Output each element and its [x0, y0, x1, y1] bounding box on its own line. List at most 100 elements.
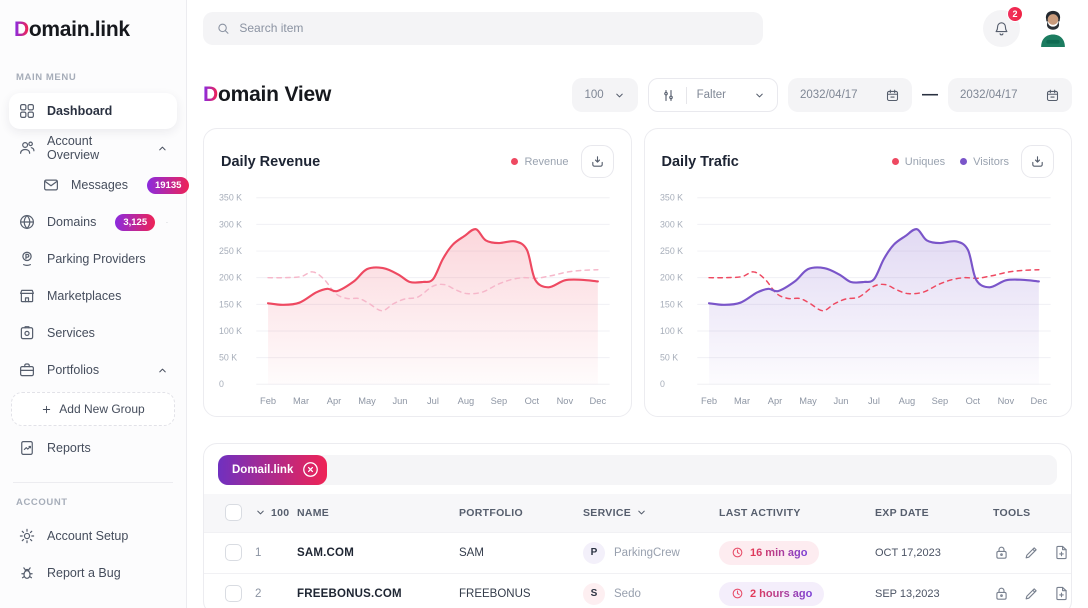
sidebar-item-reports[interactable]: Reports — [9, 430, 177, 466]
chevron-down-icon — [166, 217, 168, 228]
search-input[interactable] — [239, 21, 750, 35]
svg-text:Mar: Mar — [293, 396, 309, 406]
svg-text:200 K: 200 K — [660, 273, 683, 283]
pencil-icon[interactable] — [1023, 544, 1040, 561]
parking-icon — [18, 250, 36, 268]
column-service[interactable]: SERVICE — [583, 507, 719, 519]
calendar-icon — [1045, 88, 1060, 103]
chevron-down-icon — [614, 90, 625, 101]
add-new-group-button[interactable]: Add New Group — [11, 392, 175, 426]
svg-text:150 K: 150 K — [219, 299, 242, 309]
exp-date: OCT 17,2023 — [875, 547, 993, 559]
file-plus-icon[interactable] — [1053, 544, 1070, 561]
notification-count-badge: 2 — [1007, 6, 1023, 22]
svg-text:50 K: 50 K — [660, 353, 678, 363]
close-icon[interactable] — [301, 460, 320, 479]
logo-rest: omain.link — [29, 18, 130, 42]
file-plus-icon[interactable] — [1053, 585, 1070, 602]
download-button[interactable] — [1021, 145, 1054, 178]
notifications-button[interactable]: 2 — [983, 10, 1020, 47]
sidebar-item-parking-providers[interactable]: Parking Providers — [9, 241, 177, 277]
sidebar-item-account-setup[interactable]: Account Setup — [9, 518, 177, 554]
column-count[interactable]: 100 — [255, 507, 297, 519]
search-box[interactable] — [203, 12, 763, 45]
row-checkbox[interactable] — [225, 544, 242, 561]
service-avatar: P — [583, 542, 605, 564]
row-checkbox[interactable] — [225, 585, 242, 602]
last-activity-pill: 16 min ago — [719, 541, 819, 565]
svg-text:Nov: Nov — [557, 396, 574, 406]
messages-count-badge: 19135 — [147, 177, 189, 194]
main-content: 2 Domain View 100 — [187, 0, 1088, 608]
sidebar-item-account-overview[interactable]: Account Overview — [9, 130, 177, 166]
sidebar-item-portfolios[interactable]: Portfolios — [9, 352, 177, 388]
legend-item: Uniques — [892, 156, 945, 168]
date-from-picker[interactable]: 2032/04/17 — [788, 78, 912, 112]
bell-icon — [993, 20, 1010, 37]
svg-text:Sep: Sep — [931, 396, 948, 406]
svg-text:Jun: Jun — [392, 396, 407, 406]
chart-title: Daily Trafic — [662, 154, 739, 170]
legend-dot — [511, 158, 518, 165]
svg-text:0: 0 — [219, 379, 224, 389]
chevron-up-icon — [157, 143, 168, 154]
chart-header: Daily Trafic Uniques Visitors — [662, 145, 1055, 178]
download-icon — [1030, 154, 1045, 169]
divider — [686, 87, 687, 104]
column-exp-date[interactable]: EXP DATE — [875, 507, 993, 519]
sidebar-item-dashboard[interactable]: Dashboard — [9, 93, 177, 129]
daily-revenue-chart: 350 K300 K250 K200 K150 K100 K50 K0FebMa… — [219, 186, 616, 410]
sidebar-item-report-bug[interactable]: Report a Bug — [9, 555, 177, 591]
svg-text:150 K: 150 K — [660, 299, 683, 309]
chevron-down-icon — [636, 507, 647, 518]
domains-count-badge: 3,125 — [115, 214, 155, 231]
last-activity-pill: 2 hours ago — [719, 582, 824, 606]
domain-name[interactable]: FREEBONUS.COM — [297, 588, 459, 600]
download-button[interactable] — [581, 145, 614, 178]
filter-dropdown[interactable]: Falter — [648, 78, 778, 112]
sidebar-item-marketplaces[interactable]: Marketplaces — [9, 278, 177, 314]
page-size-select[interactable]: 100 — [572, 78, 638, 112]
domain-name[interactable]: SAM.COM — [297, 547, 459, 559]
sidebar-item-label: Marketplaces — [47, 289, 121, 303]
sidebar-item-messages[interactable]: Messages 19135 — [33, 167, 177, 203]
column-name[interactable]: NAME — [297, 507, 459, 519]
date-from-value: 2032/04/17 — [800, 89, 858, 101]
svg-text:0: 0 — [660, 379, 665, 389]
page-header: Domain View 100 Falter 2032/04/17 — — [203, 78, 1072, 112]
svg-text:350 K: 350 K — [660, 193, 683, 203]
column-tools: TOOLS — [993, 507, 1071, 519]
chart-legend: Uniques Visitors — [892, 156, 1009, 168]
svg-text:100 K: 100 K — [219, 326, 242, 336]
filter-chip[interactable]: Domail.link — [218, 455, 327, 485]
select-all-checkbox[interactable] — [225, 504, 242, 521]
charts-row: Daily Revenue Revenue 350 K300 K250 K200… — [203, 128, 1072, 417]
plus-icon — [41, 404, 52, 415]
lock-icon[interactable] — [993, 544, 1010, 561]
svg-text:May: May — [799, 396, 817, 406]
globe-icon — [18, 213, 36, 231]
sidebar-item-services[interactable]: Services — [9, 315, 177, 351]
svg-text:Jun: Jun — [833, 396, 848, 406]
daily-traffic-card: Daily Trafic Uniques Visitors 350 K300 K… — [644, 128, 1073, 417]
user-avatar[interactable] — [1034, 8, 1072, 48]
sidebar-item-domains[interactable]: Domains 3,125 — [9, 204, 177, 240]
pencil-icon[interactable] — [1023, 585, 1040, 602]
lock-icon[interactable] — [993, 585, 1010, 602]
column-last-activity[interactable]: LAST ACTIVITY — [719, 507, 875, 519]
domains-table-card: Domail.link 100 NAME PORTFOLIO SERVICE L… — [203, 443, 1072, 608]
svg-text:Nov: Nov — [997, 396, 1014, 406]
service-cell: P ParkingCrew — [583, 542, 719, 564]
exp-date: SEP 13,2023 — [875, 588, 993, 600]
svg-text:Jul: Jul — [427, 396, 439, 406]
report-icon — [18, 439, 36, 457]
filter-label: Falter — [697, 89, 726, 101]
view-controls: 100 Falter 2032/04/17 — 2032/04/17 — [572, 78, 1072, 112]
column-portfolio[interactable]: PORTFOLIO — [459, 507, 583, 519]
portfolio-name: FREEBONUS — [459, 588, 583, 600]
clock-icon — [731, 587, 744, 600]
chart-title: Daily Revenue — [221, 154, 320, 170]
svg-text:Apr: Apr — [767, 396, 782, 406]
date-to-picker[interactable]: 2032/04/17 — [948, 78, 1072, 112]
date-to-value: 2032/04/17 — [960, 89, 1018, 101]
